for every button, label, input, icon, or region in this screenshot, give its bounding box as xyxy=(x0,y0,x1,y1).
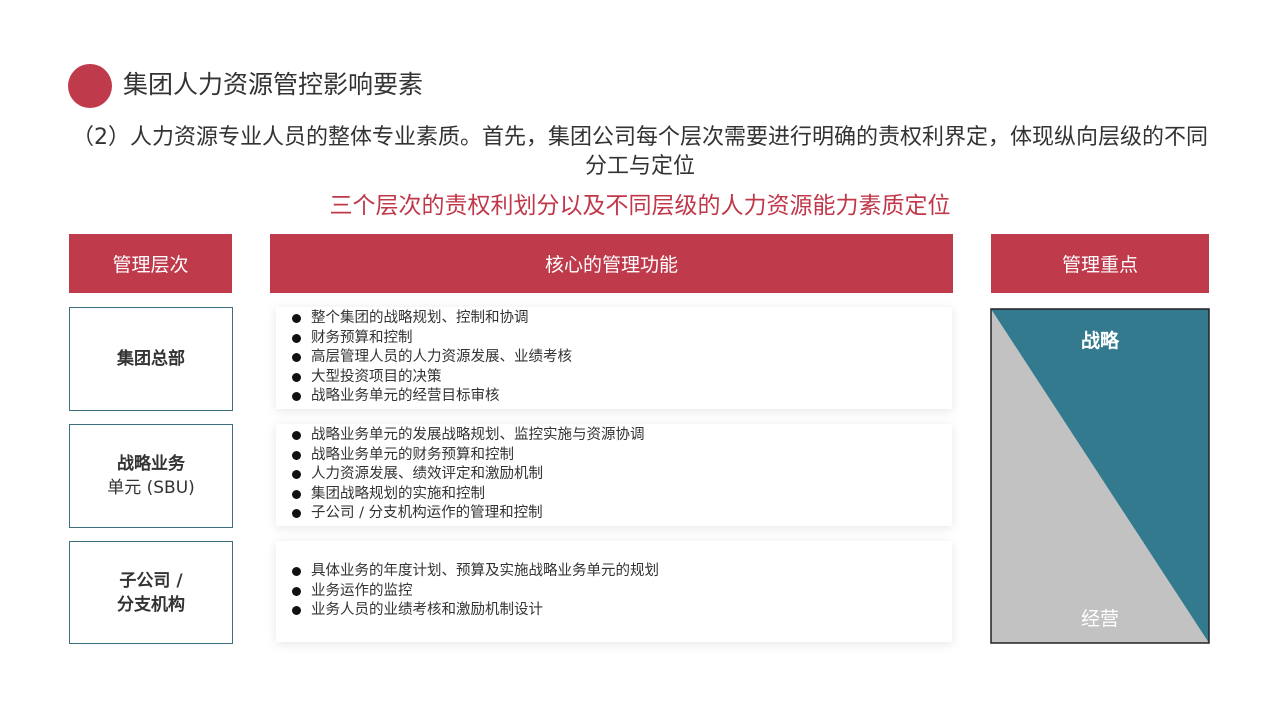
level-headquarters: 集团总部 xyxy=(69,307,233,411)
bullet-icon xyxy=(292,567,301,577)
bullet-icon xyxy=(292,314,301,324)
list-item: 战略业务单元的财务预算和控制 xyxy=(292,446,952,465)
bullet-icon xyxy=(292,372,301,382)
list-item: 集团战略规划的实施和控制 xyxy=(292,485,952,504)
functions-panel-subsidiary: 具体业务的年度计划、预算及实施战略业务单元的规划 业务运作的监控 业务人员的业绩… xyxy=(276,541,952,642)
level-subsidiary: 子公司 / 分支机构 xyxy=(69,541,233,644)
level-label-line: 单元 (SBU) xyxy=(107,478,195,498)
list-item: 子公司 / 分支机构运作的管理和控制 xyxy=(292,504,952,523)
level-label-line: 分支机构 xyxy=(117,594,185,615)
list-item: 高层管理人员的人力资源发展、业绩考核 xyxy=(292,348,952,367)
bullet-icon xyxy=(292,353,301,363)
header-management-level: 管理层次 xyxy=(69,234,232,293)
list-item: 人力资源发展、绩效评定和激励机制 xyxy=(292,465,952,484)
bullet-icon xyxy=(292,392,301,402)
bullet-icon xyxy=(292,509,301,519)
bullet-icon xyxy=(292,489,301,499)
list-item: 具体业务的年度计划、预算及实施战略业务单元的规划 xyxy=(292,562,952,581)
header-management-focus: 管理重点 xyxy=(991,234,1209,293)
bullet-icon xyxy=(292,333,301,343)
list-item: 业务人员的业绩考核和激励机制设计 xyxy=(292,601,952,620)
list-item: 财务预算和控制 xyxy=(292,329,952,348)
list-item: 业务运作的监控 xyxy=(292,582,952,601)
focus-triangle-graphic xyxy=(990,308,1210,644)
level-sbu: 战略业务 单元 (SBU) xyxy=(69,424,233,528)
title-dot-icon xyxy=(68,64,112,108)
level-label-line: 集团总部 xyxy=(117,349,185,369)
functions-panel-sbu: 战略业务单元的发展战略规划、监控实施与资源协调 战略业务单元的财务预算和控制 人… xyxy=(276,424,952,526)
bullet-icon xyxy=(292,450,301,460)
functions-panel-headquarters: 整个集团的战略规划、控制和协调 财务预算和控制 高层管理人员的人力资源发展、业绩… xyxy=(276,307,952,409)
list-item: 战略业务单元的经营目标审核 xyxy=(292,387,952,406)
bullet-icon xyxy=(292,606,301,616)
bullet-icon xyxy=(292,470,301,480)
list-item: 大型投资项目的决策 xyxy=(292,368,952,387)
section-subtitle: 三个层次的责权利划分以及不同层级的人力资源能力素质定位 xyxy=(329,193,951,219)
page-title: 集团人力资源管控影响要素 xyxy=(123,70,424,99)
list-item: 战略业务单元的发展战略规划、监控实施与资源协调 xyxy=(292,426,952,445)
header-core-functions: 核心的管理功能 xyxy=(270,234,953,293)
strategy-label: 战略 xyxy=(1080,330,1119,352)
level-label-line: 子公司 / xyxy=(119,570,183,591)
focus-diagram: 战略 经营 xyxy=(990,308,1210,644)
bullet-icon xyxy=(292,586,301,596)
intro-paragraph: （2）人力资源专业人员的整体专业素质。首先，集团公司每个层次需要进行明确的责权利… xyxy=(71,125,1208,179)
operation-label: 经营 xyxy=(1080,608,1119,630)
list-item: 整个集团的战略规划、控制和协调 xyxy=(292,309,952,328)
bullet-icon xyxy=(292,431,301,441)
level-label-line: 战略业务 xyxy=(117,454,185,474)
